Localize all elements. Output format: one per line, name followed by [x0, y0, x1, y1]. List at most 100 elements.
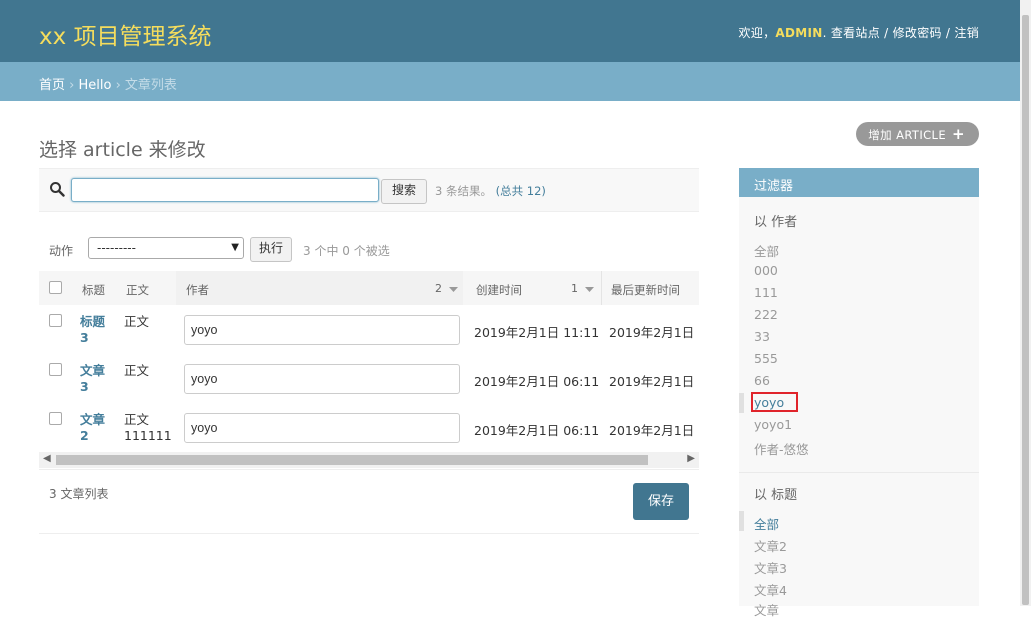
row-updated: 2019年2月1日 1 [609, 325, 699, 340]
breadcrumb-app[interactable]: Hello [78, 78, 111, 93]
sort-priority-created: 1 [571, 282, 578, 295]
row-checkbox[interactable] [49, 363, 62, 376]
search-button[interactable]: 搜索 [381, 179, 428, 204]
sort-desc-icon[interactable] [449, 287, 458, 293]
scrollbar-thumb[interactable] [1022, 15, 1029, 605]
view-site-link[interactable]: 查看站点 [831, 26, 880, 40]
table-row: 文章3 正文 2019年2月1日 06:11 2019年2月1日 0 [39, 354, 699, 404]
scrollbar-thumb[interactable] [56, 455, 648, 465]
add-article-label: 增加 ARTICLE [868, 128, 947, 142]
filter-author-option[interactable]: 222 [754, 307, 778, 322]
filter-title-option[interactable]: 文章2 [754, 536, 787, 555]
separator: / [941, 26, 955, 40]
filter-author-option[interactable]: 000 [754, 263, 778, 278]
row-title-link[interactable]: 标题3 [80, 314, 106, 346]
selected-indicator [739, 393, 744, 413]
select-all-checkbox[interactable] [49, 281, 62, 294]
search-icon [50, 182, 65, 197]
result-count-text: 3 条结果。 [435, 184, 492, 198]
welcome-text: 欢迎， [738, 26, 776, 40]
filter-by-title-title: 以 标题 [754, 488, 798, 503]
show-all-link[interactable]: (总共 12) [496, 184, 546, 198]
table-row: 标题3 正文 2019年2月1日 11:11 2019年2月1日 1 [39, 305, 699, 355]
filter-author-option[interactable]: 555 [754, 351, 778, 366]
save-button[interactable]: 保存 [633, 483, 689, 520]
row-title-link[interactable]: 文章3 [80, 363, 106, 395]
changelist-footer: 3 文章列表 保存 [39, 469, 699, 534]
row-created: 2019年2月1日 06:11 [474, 423, 600, 438]
actions-bar: 动作 --------- ▼ 执行 3 个中 0 个被选 [39, 236, 699, 262]
vertical-scrollbar[interactable] [1020, 0, 1031, 606]
filter-title-option[interactable]: 文章3 [754, 558, 787, 577]
author-field[interactable] [184, 364, 460, 394]
add-article-button[interactable]: 增加 ARTICLE + [856, 122, 979, 146]
filter-author-option[interactable]: yoyo1 [754, 417, 792, 432]
scroll-right-icon[interactable]: ▶ [687, 453, 695, 464]
logout-link[interactable]: 注销 [954, 26, 979, 40]
filter-header: 过滤器 [739, 168, 979, 197]
breadcrumb-current: 文章列表 [124, 78, 177, 93]
caret-down-icon: ▼ [231, 242, 239, 253]
filter-title-option[interactable]: 文章4 [754, 580, 787, 599]
filter-author-option[interactable]: 111 [754, 285, 778, 300]
author-field[interactable] [184, 315, 460, 345]
row-checkbox[interactable] [49, 314, 62, 327]
author-field[interactable] [184, 413, 460, 443]
highlight-annotation [751, 392, 798, 412]
column-header-body[interactable]: 正文 [126, 282, 149, 298]
filter-by-author-title: 以 作者 [754, 215, 798, 230]
row-body: 正文 [124, 363, 150, 378]
column-header-updated[interactable]: 最后更新时间 [611, 282, 680, 298]
sorted-column-author [176, 271, 463, 305]
filter-author-option[interactable]: 33 [754, 329, 770, 344]
username: ADMIN [775, 26, 823, 40]
row-body: 正文 111111 [124, 412, 172, 443]
change-password-link[interactable]: 修改密码 [893, 26, 942, 40]
search-input[interactable] [71, 178, 379, 202]
filter-divider [739, 472, 979, 473]
column-header-author[interactable]: 作者 [186, 282, 209, 298]
column-header-title[interactable]: 标题 [82, 282, 105, 298]
row-body: 正文 [124, 314, 150, 329]
search-toolbar: 搜索 3 条结果。 (总共 12) [39, 168, 699, 212]
separator: / [880, 26, 893, 40]
row-title-link[interactable]: 文章2 [80, 412, 106, 444]
sort-priority-author: 2 [435, 282, 442, 295]
plus-icon: + [952, 125, 965, 143]
column-divider [601, 271, 602, 305]
site-brand[interactable]: xx 项目管理系统 [39, 17, 212, 51]
filter-title-option[interactable]: 文章 [754, 600, 779, 619]
filter-author-option[interactable]: 作者-悠悠 [754, 439, 809, 458]
filter-sidebar: 过滤器 以 作者 全部 000 111 222 33 555 66 yoyo y… [739, 168, 979, 618]
column-header-created[interactable]: 创建时间 [476, 282, 522, 298]
breadcrumb-separator: › [65, 78, 79, 93]
sort-desc-icon[interactable] [585, 287, 594, 293]
site-header: xx 项目管理系统 欢迎，ADMIN. 查看站点 / 修改密码 / 注销 [0, 0, 1031, 62]
result-count: 3 文章列表 [49, 487, 109, 501]
page-title: 选择 article 来修改 [39, 138, 206, 161]
filter-author-option[interactable]: 66 [754, 373, 770, 388]
action-select[interactable]: --------- ▼ [88, 237, 244, 259]
user-tools: 欢迎，ADMIN. 查看站点 / 修改密码 / 注销 [738, 26, 979, 40]
table-header: 标题 正文 作者 2 创建时间 1 最后更新时间 [39, 271, 699, 306]
run-action-button[interactable]: 执行 [250, 237, 293, 262]
breadcrumb: 首页 › Hello › 文章列表 [0, 62, 1031, 101]
row-updated: 2019年2月1日 0 [609, 423, 699, 438]
row-checkbox[interactable] [49, 412, 62, 425]
filter-title-option-selected[interactable]: 全部 [754, 514, 779, 533]
filter-title: 过滤器 [754, 179, 794, 194]
search-result-count: 3 条结果。 (总共 12) [435, 183, 546, 199]
selection-counter: 3 个中 0 个被选 [303, 244, 390, 258]
action-select-value: --------- [97, 241, 136, 255]
selected-indicator [739, 511, 744, 531]
horizontal-scrollbar[interactable]: ◀ ▶ [39, 452, 699, 468]
breadcrumb-home[interactable]: 首页 [39, 78, 65, 93]
filter-author-option[interactable]: 全部 [754, 241, 779, 260]
row-created: 2019年2月1日 06:11 [474, 374, 600, 389]
action-label: 动作 [49, 244, 74, 258]
scroll-left-icon[interactable]: ◀ [43, 453, 51, 464]
table-row: 文章2 正文 111111 2019年2月1日 06:11 2019年2月1日 … [39, 403, 699, 453]
row-updated: 2019年2月1日 0 [609, 374, 699, 389]
breadcrumb-separator: › [111, 78, 125, 93]
row-created: 2019年2月1日 11:11 [474, 325, 600, 340]
